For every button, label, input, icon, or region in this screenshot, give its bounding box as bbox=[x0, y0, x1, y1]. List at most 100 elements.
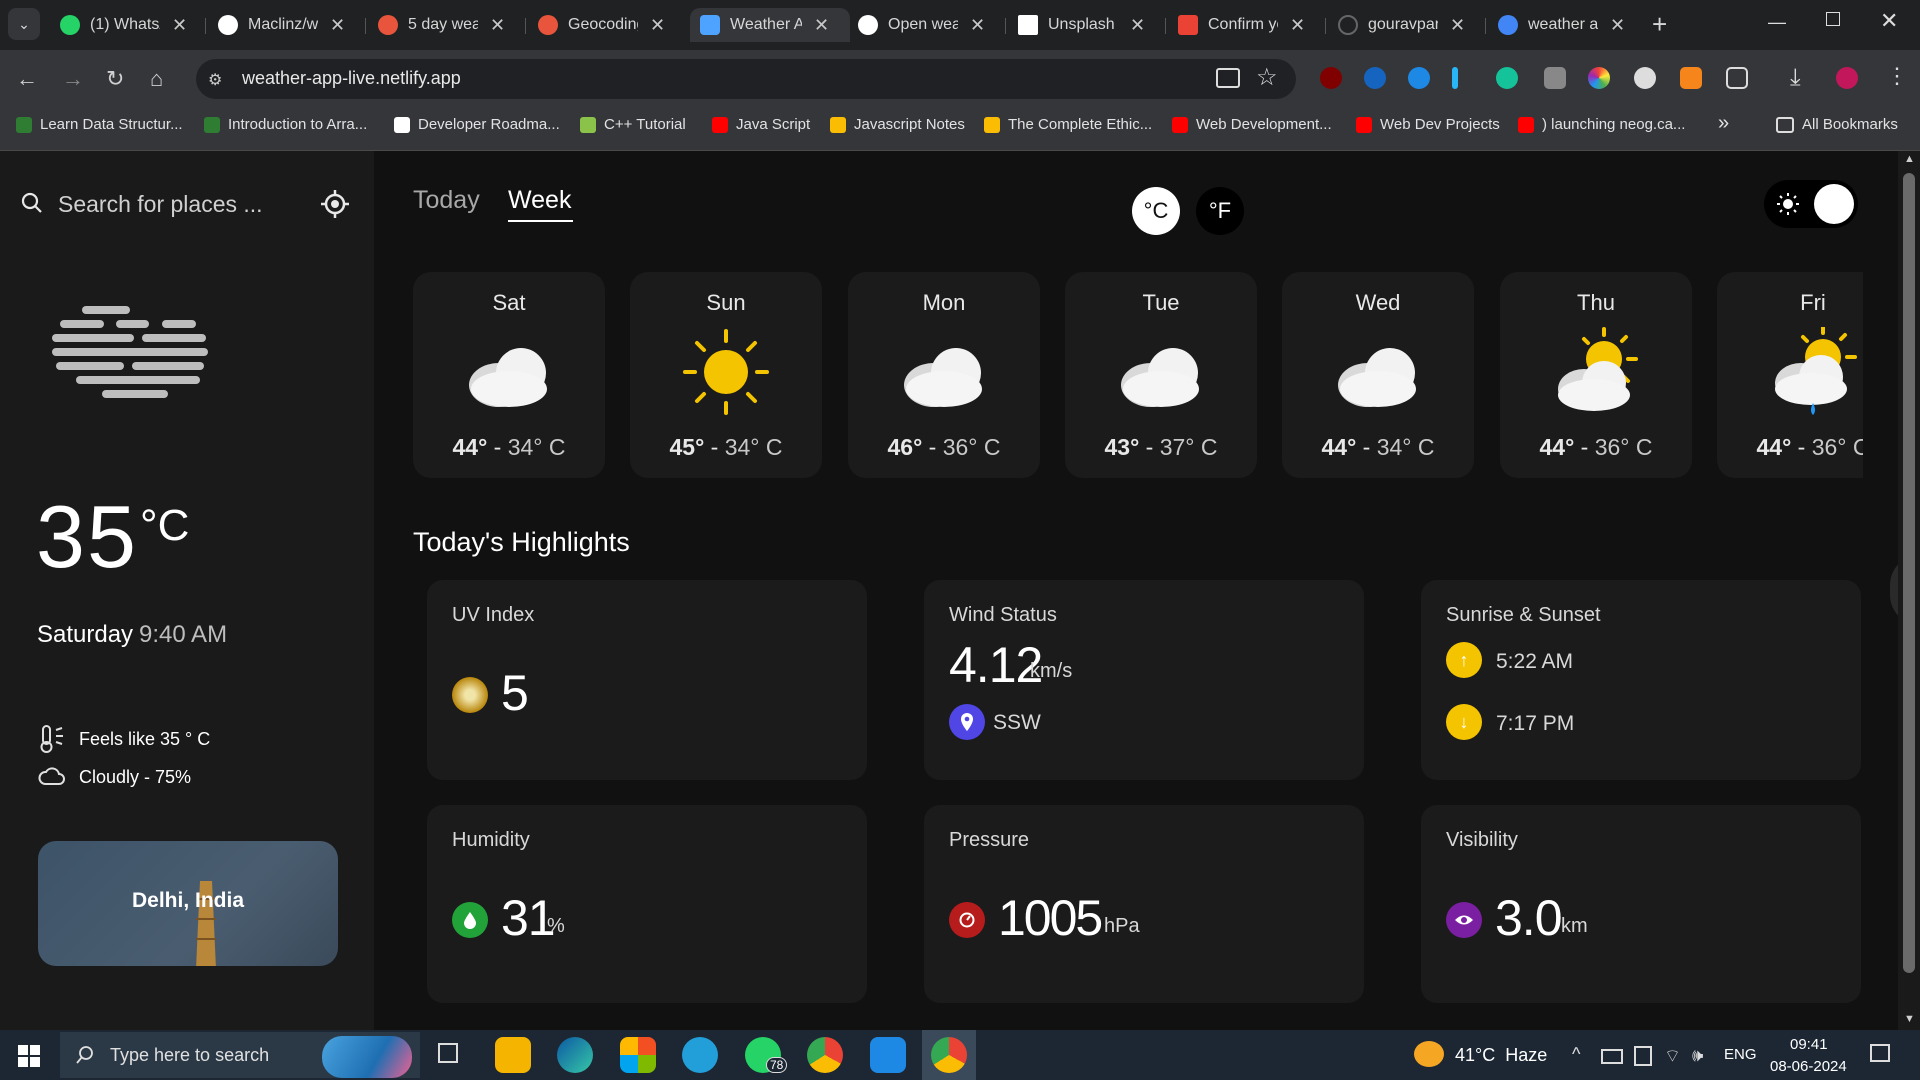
celsius-button[interactable]: °C bbox=[1132, 187, 1180, 235]
meet-now-icon[interactable] bbox=[1634, 1046, 1652, 1066]
chevron-up-icon[interactable]: ^ bbox=[1572, 1044, 1580, 1065]
more-bookmarks-button[interactable]: » bbox=[1718, 112, 1729, 135]
wifi-icon[interactable]: ⌔ bbox=[1664, 1045, 1681, 1068]
close-icon[interactable]: ✕ bbox=[330, 15, 345, 36]
unsplash-favicon-icon bbox=[1018, 15, 1038, 35]
tab-google-weather[interactable]: weather app✕ bbox=[1498, 8, 1628, 42]
close-icon[interactable]: ✕ bbox=[1130, 15, 1145, 36]
close-icon[interactable]: ✕ bbox=[1290, 15, 1305, 36]
new-tab-button[interactable]: + bbox=[1652, 9, 1667, 40]
profile-avatar-icon[interactable] bbox=[1836, 67, 1858, 89]
download-icon[interactable]: ⤓ bbox=[1790, 64, 1801, 92]
clock-date[interactable]: 08-06-2024 bbox=[1770, 1058, 1847, 1075]
extension-icon[interactable] bbox=[1408, 67, 1430, 89]
all-bookmarks-button[interactable]: All Bookmarks bbox=[1776, 116, 1898, 133]
tab-github-maclinz[interactable]: Maclinz/weather✕ bbox=[218, 8, 348, 42]
volume-icon[interactable]: 🕪 bbox=[1692, 1045, 1703, 1066]
taskbar-weather-text[interactable]: 41°C Haze bbox=[1455, 1045, 1547, 1066]
reload-button[interactable]: ↻ bbox=[106, 66, 124, 92]
close-icon[interactable]: ✕ bbox=[1610, 15, 1625, 36]
browser-menu-icon[interactable]: ⋮ bbox=[1886, 63, 1908, 89]
weather-widget-icon[interactable] bbox=[1414, 1041, 1444, 1067]
bookmark-item[interactable]: Learn Data Structur... bbox=[16, 116, 183, 133]
bookmark-item[interactable]: ) launching neog.ca... bbox=[1518, 116, 1685, 133]
scrollbar-thumb[interactable] bbox=[1903, 173, 1915, 973]
tab-open-weather[interactable]: Open weather✕ bbox=[858, 8, 988, 42]
extension-icon[interactable] bbox=[1364, 67, 1386, 89]
grammarly-extension-icon[interactable] bbox=[1496, 67, 1518, 89]
theme-toggle[interactable] bbox=[1764, 180, 1858, 228]
current-location-icon[interactable] bbox=[320, 189, 350, 219]
chrome-icon[interactable] bbox=[807, 1037, 843, 1073]
extensions-puzzle-icon[interactable] bbox=[1726, 67, 1748, 89]
clock-time[interactable]: 09:41 bbox=[1790, 1036, 1828, 1053]
close-icon[interactable]: ✕ bbox=[814, 15, 829, 36]
ublock-extension-icon[interactable] bbox=[1320, 67, 1342, 89]
youtube-icon bbox=[712, 116, 728, 133]
bookmark-item[interactable]: C++ Tutorial bbox=[580, 116, 686, 133]
tab-search-button[interactable]: ⌄ bbox=[8, 8, 40, 40]
scroll-down-arrow-icon[interactable]: ▼ bbox=[1904, 1013, 1915, 1025]
microsoft-store-icon[interactable] bbox=[620, 1037, 656, 1073]
pressure-value: 1005 bbox=[998, 890, 1103, 946]
edge-icon[interactable] bbox=[557, 1037, 593, 1073]
notification-icon[interactable] bbox=[1870, 1044, 1890, 1062]
pressure-card: Pressure 1005 hPa bbox=[924, 805, 1364, 1003]
bookmark-star-icon[interactable]: ☆ bbox=[1256, 63, 1278, 92]
tab-whatsapp[interactable]: (1) WhatsApp✕ bbox=[60, 8, 190, 42]
task-view-icon[interactable] bbox=[438, 1043, 458, 1063]
scroll-up-arrow-icon[interactable]: ▲ bbox=[1904, 153, 1915, 165]
tab-unsplash[interactable]: Unsplash ✕ bbox=[1018, 8, 1148, 42]
fahrenheit-button[interactable]: °F bbox=[1196, 187, 1244, 235]
bookmark-item[interactable]: Javascript Notes bbox=[830, 116, 965, 133]
close-icon[interactable]: ✕ bbox=[970, 15, 985, 36]
url-text[interactable]: weather-app-live.netlify.app bbox=[242, 68, 461, 89]
bookmark-item[interactable]: Java Script bbox=[712, 116, 810, 133]
windows-start-icon[interactable] bbox=[18, 1045, 40, 1067]
bookmark-item[interactable]: Web Development... bbox=[1172, 116, 1332, 133]
tab-5day-weather[interactable]: 5 day weather✕ bbox=[378, 8, 508, 42]
color-picker-extension-icon[interactable] bbox=[1588, 67, 1610, 89]
grammarly-extension-icon[interactable] bbox=[1634, 67, 1656, 89]
bookmark-item[interactable]: Developer Roadma... bbox=[394, 116, 560, 133]
close-window-button[interactable]: ✕ bbox=[1880, 8, 1898, 34]
language-indicator[interactable]: ENG bbox=[1724, 1046, 1757, 1063]
forecast-high: 44° bbox=[452, 434, 488, 460]
minimize-button[interactable]: — bbox=[1768, 12, 1786, 33]
home-button[interactable]: ⌂ bbox=[150, 66, 163, 92]
install-app-icon[interactable] bbox=[1216, 68, 1240, 88]
search-input[interactable]: Search for places ... bbox=[58, 191, 263, 218]
page-scrollbar[interactable]: ▲ ▼ bbox=[1898, 151, 1920, 1030]
taskbar-search-box[interactable]: Type here to search bbox=[60, 1032, 420, 1078]
vscode-icon[interactable] bbox=[870, 1037, 906, 1073]
bookmark-item[interactable]: The Complete Ethic... bbox=[984, 116, 1152, 133]
restore-button[interactable] bbox=[1826, 12, 1840, 26]
tab-gouravpar[interactable]: gouravpar ✕ bbox=[1338, 8, 1468, 42]
tab-week[interactable]: Week bbox=[508, 186, 571, 215]
tab-gmail[interactable]: Confirm your✕ bbox=[1178, 8, 1308, 42]
chrome-profile-active-tile[interactable] bbox=[922, 1030, 976, 1080]
battery-icon[interactable] bbox=[1601, 1049, 1623, 1064]
extension-icon[interactable] bbox=[1452, 67, 1458, 89]
close-icon[interactable]: ✕ bbox=[490, 15, 505, 36]
metamask-extension-icon[interactable] bbox=[1680, 67, 1702, 89]
tab-geocoding[interactable]: Geocoding ✕ bbox=[538, 8, 668, 42]
uv-sun-icon bbox=[452, 677, 488, 713]
telegram-icon[interactable] bbox=[682, 1037, 718, 1073]
close-icon[interactable]: ✕ bbox=[650, 15, 665, 36]
cloud-icon bbox=[904, 348, 982, 407]
tab-today[interactable]: Today bbox=[413, 186, 480, 215]
site-info-icon[interactable]: ⚙ bbox=[208, 70, 222, 90]
bookmark-item[interactable]: Web Dev Projects bbox=[1356, 116, 1500, 133]
close-icon[interactable]: ✕ bbox=[172, 15, 187, 36]
tab-weather-app-active[interactable]: Weather App✕ bbox=[690, 8, 850, 42]
forward-button[interactable]: → bbox=[62, 66, 84, 92]
close-icon[interactable]: ✕ bbox=[1450, 15, 1465, 36]
location-card[interactable]: Delhi, India bbox=[38, 841, 338, 966]
bookmark-item[interactable]: Introduction to Arra... bbox=[204, 116, 367, 133]
extension-icon[interactable] bbox=[1544, 67, 1566, 89]
toggle-knob bbox=[1814, 184, 1854, 224]
file-explorer-icon[interactable] bbox=[495, 1037, 531, 1073]
temperature-unit: °C bbox=[140, 501, 190, 550]
back-button[interactable]: ← bbox=[16, 66, 38, 92]
